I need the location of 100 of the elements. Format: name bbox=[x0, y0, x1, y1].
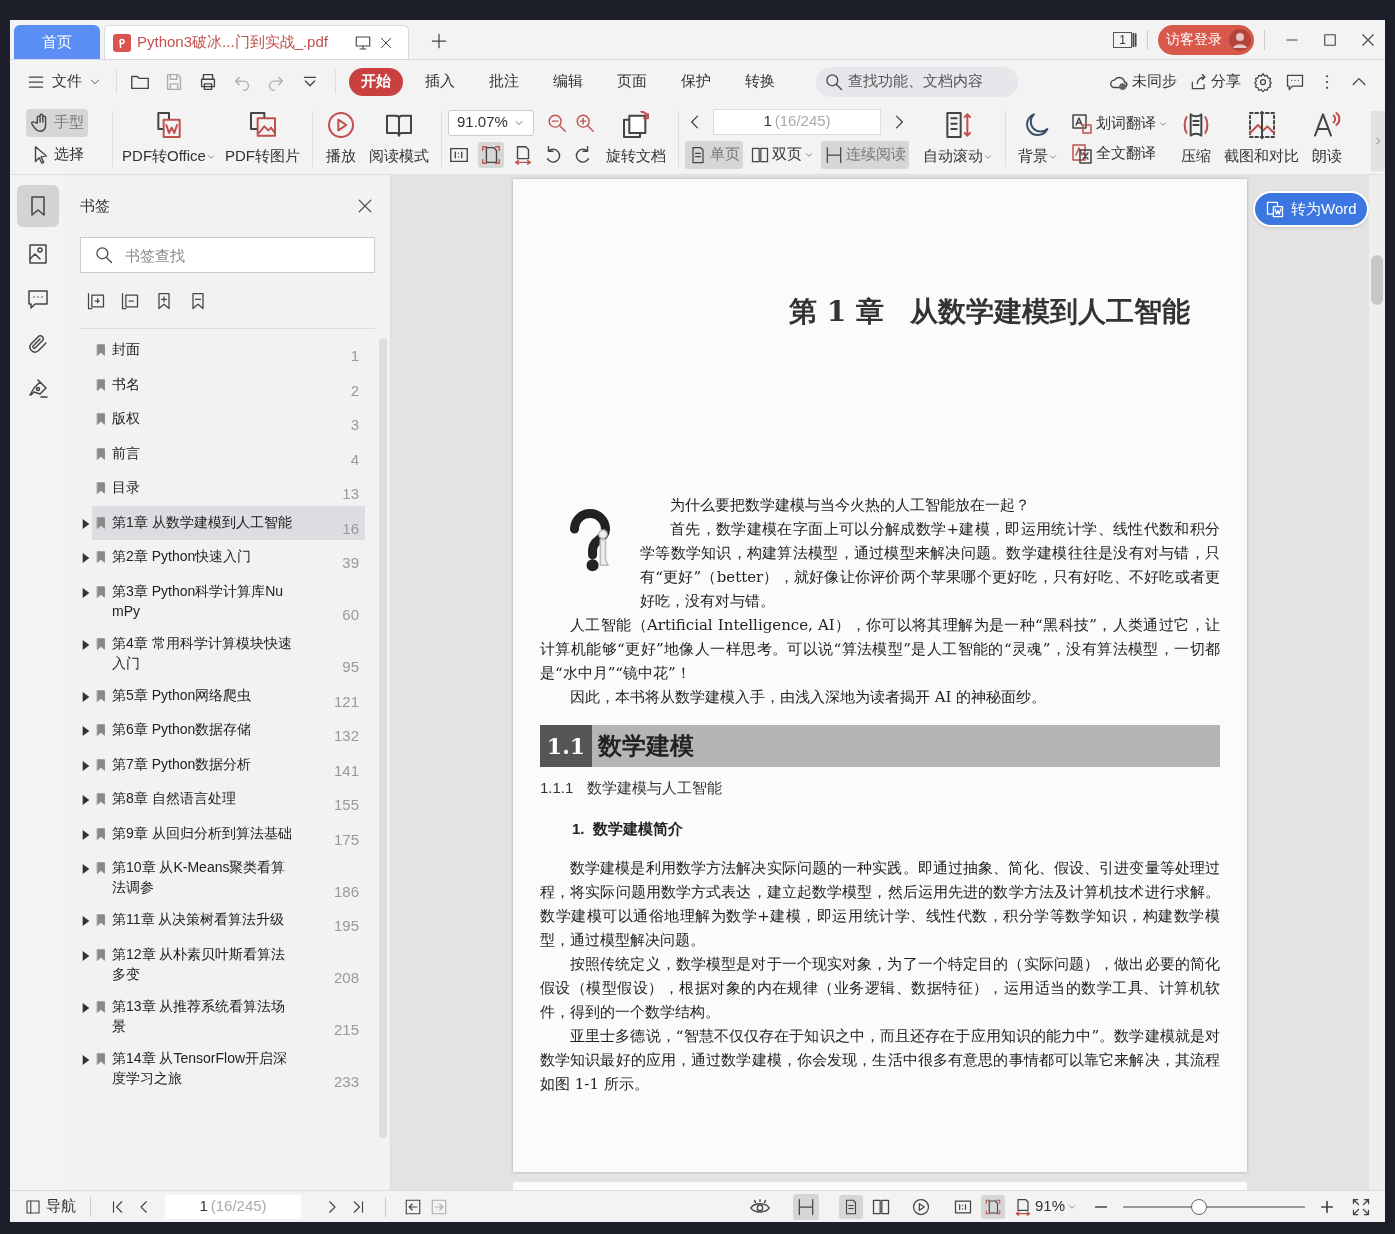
bookmark-item[interactable]: 第11章 从决策树看算法升级 195 bbox=[92, 903, 365, 938]
read-aloud-button[interactable]: 朗读 bbox=[1305, 103, 1349, 174]
badge-number: 1 bbox=[1113, 31, 1132, 48]
compress-button[interactable]: 压缩 bbox=[1174, 103, 1218, 174]
bookmark-item[interactable]: 书名 2 bbox=[92, 367, 365, 402]
document-tab[interactable]: Python3破冰...门到实战_.pdf bbox=[104, 25, 409, 59]
expand-arrow-icon[interactable] bbox=[82, 864, 90, 874]
word-translate-button[interactable]: 划词翻译 bbox=[1070, 111, 1168, 136]
expand-arrow-icon[interactable] bbox=[82, 1002, 90, 1013]
expand-arrow-icon[interactable] bbox=[82, 760, 90, 771]
reading-mode-button[interactable]: 阅读模式 bbox=[363, 103, 435, 174]
new-tab-icon[interactable] bbox=[429, 31, 449, 51]
expand-all-icon[interactable] bbox=[86, 290, 106, 311]
search-field[interactable]: 查找功能、文档内容 bbox=[816, 66, 1018, 97]
page-number-field[interactable]: 1 (16/245) bbox=[165, 1194, 301, 1219]
slider-thumb[interactable] bbox=[1191, 1198, 1208, 1215]
bookmark-item[interactable]: 第4章 常用科学计算模块快速入门 95 bbox=[92, 626, 365, 679]
convert-to-word-button[interactable]: 转为Word bbox=[1253, 191, 1369, 227]
zoom-dropdown[interactable]: 91.07% bbox=[448, 109, 534, 136]
bookmark-item[interactable]: 第13章 从推荐系统看算法场景 215 bbox=[92, 989, 365, 1042]
fit-page-icon bbox=[480, 143, 502, 166]
expand-arrow-icon[interactable] bbox=[82, 1054, 90, 1065]
expand-arrow-icon[interactable] bbox=[82, 795, 90, 805]
paragraph: 按照传统定义，数学模型是对于一个现实对象，为了一个特定目的（实际问题），做出必要的简化假设（模型假设），根据对象的内在规律（业务逻辑、数据特征），运用适当的数学工具、计算机软件，得到的一个数学结构。 bbox=[540, 954, 1220, 1023]
settings-icon[interactable] bbox=[1253, 71, 1273, 92]
expand-arrow-icon[interactable] bbox=[82, 726, 90, 736]
ribbon-tab[interactable]: 页面 bbox=[605, 67, 659, 96]
play-icon[interactable] bbox=[910, 1196, 931, 1217]
page-number: 60 bbox=[342, 605, 360, 625]
login-button[interactable]: 访客登录 bbox=[1158, 24, 1254, 55]
bookmark-item[interactable]: 第5章 Python网络爬虫 121 bbox=[92, 678, 365, 713]
auto-scroll-button[interactable]: 自动滚动 bbox=[917, 103, 999, 174]
expand-arrow-icon[interactable] bbox=[82, 518, 90, 529]
background-button[interactable]: 背景 bbox=[1012, 103, 1064, 174]
bookmark-item[interactable]: 目录 13 bbox=[92, 471, 365, 506]
fit-page-button[interactable] bbox=[980, 1194, 1005, 1219]
full-translate-button[interactable]: 全文翻译 bbox=[1070, 141, 1168, 166]
bookmark-item[interactable]: 第3章 Python科学计算库NumPy 60 bbox=[92, 574, 365, 627]
continuous-view-button[interactable] bbox=[792, 1193, 819, 1220]
file-menu[interactable]: 文件 bbox=[26, 70, 102, 93]
bookmark-item[interactable]: 版权 3 bbox=[92, 402, 365, 437]
back-icon[interactable] bbox=[404, 1197, 422, 1216]
panel-title: 书签 bbox=[80, 195, 110, 216]
screenshot-compare-button[interactable]: 截图和对比 bbox=[1218, 103, 1305, 174]
monitor-icon[interactable] bbox=[353, 33, 372, 52]
paragraph: 因此，本书将从数学建模入手，由浅入深地为读者揭开 AI 的神秘面纱。 bbox=[569, 687, 1048, 708]
expand-arrow-icon[interactable] bbox=[82, 587, 90, 598]
fit-width-icon[interactable] bbox=[512, 143, 534, 166]
stack-lines-icon bbox=[1132, 32, 1137, 47]
bookmark-item[interactable]: 第14章 从TensorFlow开启深度学习之旅 233 bbox=[92, 1041, 365, 1094]
expand-arrow-icon[interactable] bbox=[82, 829, 90, 840]
zoom-in-icon[interactable] bbox=[1319, 1198, 1335, 1215]
ribbon-tab[interactable]: 保护 bbox=[669, 67, 723, 96]
bookmark-item[interactable]: 第7章 Python数据分析 141 bbox=[92, 747, 365, 782]
navigation-button[interactable]: 导航 bbox=[24, 1195, 76, 1218]
bookmark-item[interactable]: 第9章 从回归分析到算法基础 175 bbox=[92, 816, 365, 851]
pdf-to-office-button[interactable]: PDF转Office bbox=[119, 103, 219, 174]
ribbon-tab[interactable]: 批注 bbox=[477, 67, 531, 96]
page-number: 1 bbox=[763, 111, 772, 132]
bookmark-item[interactable]: 第1章 从数学建模到人工智能 16 bbox=[92, 505, 365, 540]
two-page-button[interactable]: 双页 bbox=[747, 140, 817, 169]
single-page-button[interactable] bbox=[838, 1194, 863, 1219]
ribbon-tab[interactable]: 插入 bbox=[413, 67, 467, 96]
bookmark-item[interactable]: 第10章 从K-Means聚类看算法调参 186 bbox=[92, 851, 365, 903]
ribbon-tab[interactable]: 转换 bbox=[733, 67, 787, 96]
heading: 1. 数学建模简介 bbox=[571, 818, 684, 839]
expand-arrow-icon[interactable] bbox=[82, 916, 90, 926]
bookmark-item[interactable]: 第8章 自然语言处理 155 bbox=[92, 782, 365, 817]
page-total: (16/245) bbox=[774, 111, 831, 132]
bookmark-icon bbox=[94, 946, 108, 963]
bookmark-item[interactable]: 第2章 Python快速入门 39 bbox=[92, 540, 365, 575]
bookmark-item[interactable]: 第12章 从朴素贝叶斯看算法多变 208 bbox=[92, 937, 365, 990]
zoom-slider[interactable] bbox=[1123, 1197, 1305, 1216]
bookmark-item[interactable]: 第6章 Python数据存储 132 bbox=[92, 713, 365, 748]
expand-arrow-icon[interactable] bbox=[82, 553, 90, 563]
ribbon-tab[interactable]: 编辑 bbox=[541, 67, 595, 96]
select-tool-button[interactable]: 选择 bbox=[26, 140, 88, 169]
bookmark-item[interactable]: 前言 4 bbox=[92, 436, 365, 471]
bookmark-search-field[interactable]: 书签查找 bbox=[80, 237, 375, 273]
fullscreen-icon[interactable] bbox=[1351, 1196, 1371, 1217]
ribbon-tab[interactable]: 开始 bbox=[349, 67, 403, 96]
bookmark-item[interactable]: 封面 1 bbox=[92, 333, 365, 368]
share-button[interactable]: 分享 bbox=[1189, 70, 1241, 93]
pdf-to-image-button[interactable]: PDF转图片 bbox=[219, 103, 306, 174]
sync-status-button[interactable]: 未同步 bbox=[1108, 70, 1177, 93]
collapse-all-icon[interactable] bbox=[120, 290, 140, 311]
panel-icon bbox=[24, 1197, 42, 1216]
fit-page-button[interactable] bbox=[478, 141, 504, 168]
expand-arrow-icon[interactable] bbox=[82, 691, 90, 702]
page-count-badge[interactable]: 1 bbox=[1113, 31, 1137, 48]
bookmarks-panel-button[interactable] bbox=[16, 185, 59, 227]
bookmark-icon bbox=[94, 635, 108, 652]
page-number-field[interactable]: 1 (16/245) bbox=[713, 108, 881, 135]
bookmark-title: 目录 bbox=[112, 478, 141, 497]
play-button[interactable]: 播放 bbox=[319, 103, 363, 174]
expand-arrow-icon[interactable] bbox=[82, 639, 90, 650]
expand-arrow-icon[interactable] bbox=[82, 950, 90, 961]
bookmark-title: 第12章 从朴素贝叶斯看算法多变 bbox=[112, 944, 287, 984]
zoom-dropdown[interactable]: 91% bbox=[1012, 1195, 1077, 1218]
rotate-document-button[interactable]: 旋转文档 bbox=[600, 103, 672, 174]
